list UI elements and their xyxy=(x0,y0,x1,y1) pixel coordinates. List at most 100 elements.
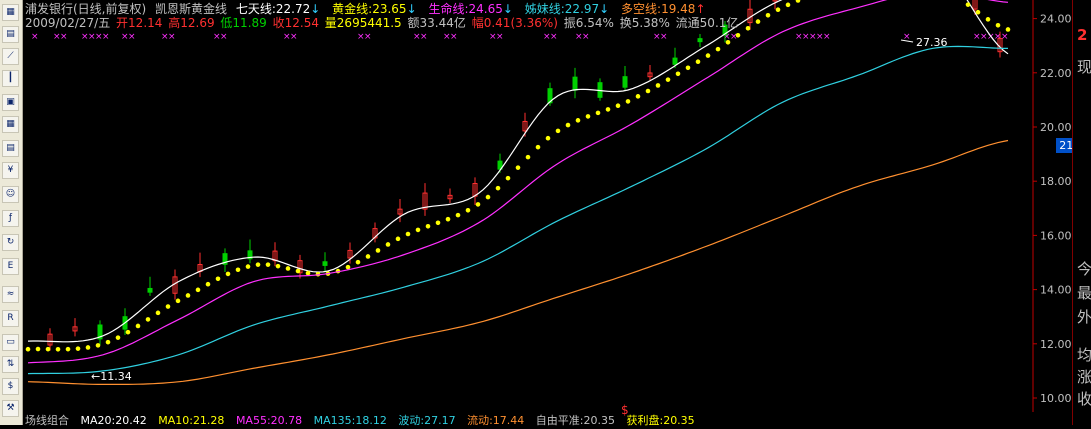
signal-cross-mark: × xyxy=(450,32,458,42)
signal-cross-mark: × xyxy=(730,32,738,42)
huangjinxian-dot xyxy=(735,32,741,38)
amplitude-value: 振6.54% xyxy=(563,16,614,30)
huangjinxian-dot xyxy=(105,339,111,345)
signal-cross-mark: × xyxy=(550,32,558,42)
huangjinxian-dot xyxy=(685,65,691,71)
list-tool-icon[interactable]: ▤ xyxy=(2,26,19,43)
high-annotation: 27.36 xyxy=(916,36,948,49)
huangjinxian-dot xyxy=(965,2,971,7)
huangjinxian-dot xyxy=(125,329,131,335)
dollar-tool-icon[interactable]: $ xyxy=(2,378,19,395)
huangjinxian-dot xyxy=(305,270,311,276)
huangjinxian-dot xyxy=(505,175,511,181)
huangjinxian-dot xyxy=(665,77,671,82)
candle-body xyxy=(622,76,628,88)
huangjinxian-dot xyxy=(435,220,441,226)
y-tick-label: 16.00 xyxy=(1040,229,1072,242)
huangjinxian-dot xyxy=(445,216,451,222)
huangjinxian-dot xyxy=(515,165,521,170)
huangjinxian-dot xyxy=(55,346,61,352)
turnover-value: 换5.38% xyxy=(619,16,670,30)
sort-tool-icon[interactable]: ⇅ xyxy=(2,356,19,373)
huangjinxian-dot xyxy=(995,22,1001,28)
panel-char-2: 今 xyxy=(1077,260,1091,278)
wave-tool-icon[interactable]: ≈ xyxy=(2,286,19,303)
low-annotation: ←11.34 xyxy=(91,370,132,383)
huangjinxian-dot xyxy=(225,271,231,277)
huangjinxian-dot xyxy=(975,9,981,15)
panel-char-4: 外 xyxy=(1077,308,1091,326)
chart-canvas[interactable]: 28.0026.0024.0022.0020.0018.0016.0014.00… xyxy=(23,0,1091,425)
eti-tool-icon[interactable]: E xyxy=(2,258,19,275)
huangjinxian-dot xyxy=(415,227,421,233)
huangjinxian-dot xyxy=(115,335,121,340)
huangjinxian-dot xyxy=(1005,27,1011,32)
footer-item-4: MA135:18.12 xyxy=(313,414,387,427)
chart-tool-icon[interactable]: ▦ xyxy=(2,4,19,21)
huangjinxian-dot xyxy=(85,345,91,350)
huangjinxian-dot xyxy=(785,2,791,8)
formula-tool-icon[interactable]: ƒ xyxy=(2,210,19,227)
y-tick-label: 12.00 xyxy=(1040,338,1072,351)
amount-value: 额33.44亿 xyxy=(407,16,466,30)
y-tick-label: 22.00 xyxy=(1040,67,1072,80)
huangjinxian-dot xyxy=(595,110,601,116)
huangjinxian-dot xyxy=(725,39,731,45)
volume-value: 量2695441.5 xyxy=(324,16,402,30)
huangjinxian-dot xyxy=(605,107,611,112)
huangjinxian-dot xyxy=(215,276,221,282)
huangjinxian-dot xyxy=(425,223,431,229)
huangjinxian-dot xyxy=(695,59,701,65)
huangjinxian-dot xyxy=(395,236,401,242)
left-toolbar: ▦ ▤ ⟋ ┃ ▣ ▦ ▤ ¥ ☺ ƒ ↻ E ≈ R ▭ ⇅ $ ⚒ xyxy=(0,0,23,425)
refresh-tool-icon[interactable]: ↻ xyxy=(2,234,19,251)
huangjinxian-dot xyxy=(565,122,571,128)
huangjinxian-dot xyxy=(615,103,621,109)
finance-tool-icon[interactable]: ¥ xyxy=(2,162,19,179)
huangjinxian-dot xyxy=(65,346,71,352)
huangjinxian-dot xyxy=(985,17,991,22)
candle-body xyxy=(697,38,703,43)
signal-cross-mark: × xyxy=(496,32,504,42)
footer-item-8: 获利盘:20.35 xyxy=(626,414,695,427)
candle-tool-icon[interactable]: ┃ xyxy=(2,70,19,87)
y-axis-ticks: 28.0026.0024.0022.0020.0018.0016.0014.00… xyxy=(1033,13,1072,405)
footer-item-0[interactable]: 场线组合 xyxy=(25,414,69,427)
users-tool-icon[interactable]: ☺ xyxy=(2,186,19,203)
huangjinxian-dot xyxy=(675,71,681,77)
report-tool-icon[interactable]: ▤ xyxy=(2,140,19,157)
huangjinxian-dot xyxy=(195,287,201,293)
huangjinxian-dot xyxy=(75,346,81,351)
panel-char-5: 均 xyxy=(1077,346,1091,364)
rsi-tool-icon[interactable]: R xyxy=(2,310,19,327)
footer-item-1: MA20:20.42 xyxy=(80,414,147,427)
window-tool-icon[interactable]: ▣ xyxy=(2,94,19,111)
panel-char-1: 现 xyxy=(1077,58,1091,76)
huangjinxian-dot xyxy=(795,0,801,3)
float-value: 流通50.1亿 xyxy=(675,16,739,30)
candlestick-chart[interactable]: 28.0026.0024.0022.0020.0018.0016.0014.00… xyxy=(23,0,1091,427)
y-tick-label: 10.00 xyxy=(1040,392,1072,405)
signal-markers: × × × × × × × × × × × × × × × × × × × × × × × × × × × × × × × × × × × × × × × ×… xyxy=(31,32,1009,42)
huangjinxian-dot xyxy=(235,267,241,273)
y-tick-label: 18.00 xyxy=(1040,175,1072,188)
indicator-lines xyxy=(25,0,1011,385)
grid-tool-icon[interactable]: ▦ xyxy=(2,116,19,133)
huangjinxian-dot xyxy=(165,304,171,309)
window2-tool-icon[interactable]: ▭ xyxy=(2,334,19,351)
huangjinxian-dot xyxy=(365,254,371,259)
y-tick-label: 14.00 xyxy=(1040,284,1072,297)
low-value: 低11.89 xyxy=(220,16,267,30)
huangjinxian-dot xyxy=(285,266,291,271)
huangjinxian-dot xyxy=(535,144,541,150)
huangjinxian-dot xyxy=(245,264,251,269)
huangjinxian-dot xyxy=(465,207,471,213)
candle-body xyxy=(322,261,328,266)
wrench-tool-icon[interactable]: ⚒ xyxy=(2,400,19,417)
footer-item-3: MA55:20.78 xyxy=(235,414,303,427)
candle-body xyxy=(572,76,578,91)
huangjinxian-dot xyxy=(175,298,181,304)
huangjinxian-dot xyxy=(525,154,531,160)
candle-body xyxy=(672,57,678,65)
line-chart-tool-icon[interactable]: ⟋ xyxy=(2,48,19,65)
